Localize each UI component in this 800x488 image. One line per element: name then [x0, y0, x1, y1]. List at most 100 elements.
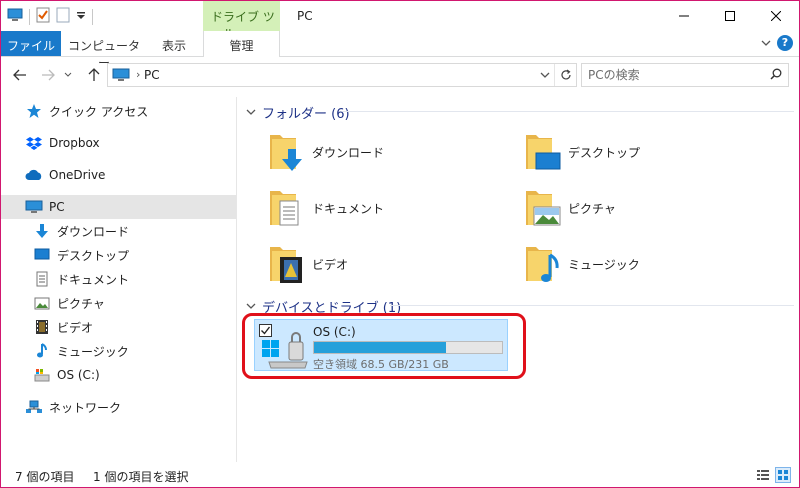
folder-tile-documents[interactable]: ドキュメント [266, 183, 506, 233]
nav-item-label: ネットワーク [49, 400, 122, 415]
cloud-icon [25, 167, 43, 183]
drive-tools-context-tab: ドライブ ツール [203, 1, 280, 41]
folder-tile-desktop[interactable]: デスクトップ [522, 127, 762, 177]
nav-item-dropbox[interactable]: Dropbox [1, 131, 236, 155]
dropbox-icon [25, 135, 43, 151]
nav-item-label: デスクトップ [57, 248, 130, 263]
music-folder-icon [522, 241, 562, 287]
maximize-button[interactable] [707, 1, 753, 31]
tab-manage[interactable]: 管理 [203, 31, 280, 57]
explorer-window: ドライブ ツール PC ファイル コンピューター 表示 管理 ? [0, 0, 800, 488]
close-button[interactable] [753, 1, 799, 31]
search-icon[interactable] [770, 68, 782, 83]
music-icon [33, 343, 51, 359]
content-pane: フォルダー (6) ダウンロード デスクトップ ドキュメント ピクチャ ビデオ … [238, 97, 799, 462]
qat-dropdown-icon[interactable] [76, 10, 86, 24]
title-bar: ドライブ ツール PC [1, 1, 799, 41]
tab-view[interactable]: 表示 [147, 31, 201, 56]
nav-item-videos[interactable]: ビデオ [1, 315, 236, 339]
nav-item-label: ダウンロード [57, 224, 130, 239]
picture-folder-icon [522, 185, 562, 231]
nav-item-quick-access[interactable]: クイック アクセス [1, 99, 236, 123]
navigation-pane: クイック アクセス Dropbox OneDrive PC ダウンロード デスク… [1, 97, 237, 462]
tiles-view-icon [778, 470, 788, 480]
nav-item-label: ドキュメント [57, 272, 130, 287]
qat-separator [29, 8, 30, 25]
window-title: PC [297, 9, 313, 23]
group-header-label: フォルダー (6) [262, 107, 350, 122]
minimize-icon [679, 15, 689, 17]
annotation-highlight-box [242, 313, 526, 379]
nav-item-label: PC [49, 200, 65, 214]
folder-tile-downloads[interactable]: ダウンロード [266, 127, 506, 177]
address-bar[interactable]: › PC [107, 63, 577, 87]
chevron-down-icon[interactable] [246, 105, 256, 120]
new-folder-icon[interactable] [56, 7, 70, 26]
picture-icon [33, 295, 51, 311]
nav-item-documents[interactable]: ドキュメント [1, 267, 236, 291]
nav-item-label: OneDrive [49, 168, 106, 182]
navigation-bar: › PC [1, 61, 799, 89]
forward-button[interactable] [37, 64, 59, 86]
up-arrow-icon [88, 68, 100, 81]
nav-item-music[interactable]: ミュージック [1, 339, 236, 363]
nav-item-pictures[interactable]: ピクチャ [1, 291, 236, 315]
breadcrumb-pc[interactable]: PC [144, 68, 160, 82]
document-icon [33, 271, 51, 287]
folders-group-header[interactable]: フォルダー (6) [246, 103, 350, 122]
recent-locations-button[interactable] [61, 64, 75, 86]
window-controls [661, 1, 799, 31]
network-icon [25, 399, 43, 415]
search-input[interactable] [588, 67, 758, 83]
minimize-button[interactable] [661, 1, 707, 31]
folder-tile-videos[interactable]: ビデオ [266, 239, 506, 289]
drive-icon [33, 367, 51, 383]
quick-access-toolbar [7, 7, 93, 26]
address-dropdown-icon[interactable] [540, 68, 550, 82]
refresh-button[interactable] [554, 64, 576, 86]
nav-item-label: ピクチャ [57, 296, 105, 311]
qat-separator [92, 8, 93, 25]
nav-item-label: ミュージック [57, 344, 129, 359]
help-icon[interactable]: ? [777, 35, 793, 51]
desktop-folder-icon [522, 129, 562, 175]
folder-label: ダウンロード [312, 145, 385, 160]
back-button[interactable] [9, 64, 31, 86]
nav-item-onedrive[interactable]: OneDrive [1, 163, 236, 187]
up-button[interactable] [83, 64, 105, 86]
tiles-view-button[interactable] [775, 467, 791, 483]
download-folder-icon [266, 129, 306, 175]
details-view-button[interactable] [755, 467, 771, 483]
nav-item-os-drive[interactable]: OS (C:) [1, 363, 236, 387]
folder-label: ピクチャ [568, 201, 616, 216]
tab-file[interactable]: ファイル [1, 31, 61, 56]
folder-label: ミュージック [568, 257, 640, 272]
chevron-down-icon[interactable] [246, 299, 256, 314]
nav-item-label: クイック アクセス [49, 104, 149, 119]
nav-item-downloads[interactable]: ダウンロード [1, 219, 236, 243]
nav-item-pc[interactable]: PC [1, 195, 236, 219]
item-count: 7 個の項目 [15, 470, 75, 484]
computer-small-icon[interactable] [7, 8, 23, 25]
folder-label: ビデオ [312, 257, 349, 272]
ribbon-expand-chevron-icon[interactable] [761, 36, 771, 50]
back-arrow-icon [13, 69, 26, 81]
breadcrumb-separator-icon[interactable]: › [136, 68, 140, 81]
folder-label: デスクトップ [568, 145, 641, 160]
tab-computer[interactable]: コンピューター [63, 31, 145, 70]
computer-icon [112, 68, 130, 85]
search-box[interactable] [581, 63, 789, 87]
group-divider [390, 305, 794, 306]
video-icon [33, 319, 51, 335]
folder-tile-pictures[interactable]: ピクチャ [522, 183, 762, 233]
folder-tile-music[interactable]: ミュージック [522, 239, 762, 289]
maximize-icon [725, 11, 735, 21]
refresh-icon [560, 69, 571, 80]
forward-arrow-icon [42, 69, 55, 81]
ribbon-tabs: ファイル コンピューター 表示 管理 ? [1, 31, 799, 70]
nav-item-desktop[interactable]: デスクトップ [1, 243, 236, 267]
nav-item-network[interactable]: ネットワーク [1, 395, 236, 419]
properties-icon[interactable] [36, 7, 50, 26]
document-folder-icon [266, 185, 306, 231]
group-divider [342, 111, 794, 112]
